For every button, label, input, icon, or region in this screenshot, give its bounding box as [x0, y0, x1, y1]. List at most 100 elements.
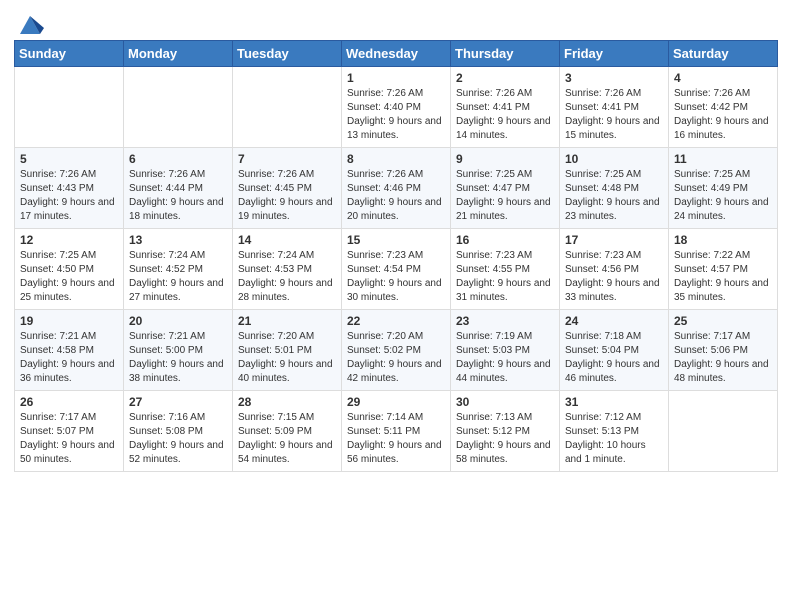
day-info: Sunrise: 7:26 AM Sunset: 4:41 PM Dayligh… [456, 87, 554, 143]
calendar-cell [15, 67, 124, 148]
calendar-cell: 21 Sunrise: 7:20 AM Sunset: 5:01 PM Dayli… [233, 310, 342, 391]
day-info: Sunrise: 7:20 AM Sunset: 5:01 PM Dayligh… [238, 330, 336, 386]
calendar-cell [233, 67, 342, 148]
day-info: Sunrise: 7:26 AM Sunset: 4:44 PM Dayligh… [129, 168, 227, 224]
day-number: 30 [456, 395, 554, 409]
day-number: 21 [238, 314, 336, 328]
day-number: 26 [20, 395, 118, 409]
calendar-cell: 28 Sunrise: 7:15 AM Sunset: 5:09 PM Dayli… [233, 391, 342, 472]
calendar-cell: 7 Sunrise: 7:26 AM Sunset: 4:45 PM Daylig… [233, 148, 342, 229]
calendar-cell: 26 Sunrise: 7:17 AM Sunset: 5:07 PM Dayli… [15, 391, 124, 472]
day-number: 14 [238, 233, 336, 247]
day-info: Sunrise: 7:26 AM Sunset: 4:46 PM Dayligh… [347, 168, 445, 224]
day-number: 6 [129, 152, 227, 166]
day-number: 5 [20, 152, 118, 166]
day-info: Sunrise: 7:24 AM Sunset: 4:52 PM Dayligh… [129, 249, 227, 305]
logo-triangle-icon [16, 10, 44, 38]
day-info: Sunrise: 7:25 AM Sunset: 4:50 PM Dayligh… [20, 249, 118, 305]
calendar-cell: 23Sunrise: 7:19 AM Sunset: 5:03 PM Dayli… [451, 310, 560, 391]
calendar-cell: 30 Sunrise: 7:13 AM Sunset: 5:12 PM Dayli… [451, 391, 560, 472]
day-number: 8 [347, 152, 445, 166]
day-number: 4 [674, 71, 772, 85]
day-number: 9 [456, 152, 554, 166]
logo [14, 10, 44, 34]
calendar-week-row: 26 Sunrise: 7:17 AM Sunset: 5:07 PM Dayli… [15, 391, 778, 472]
day-number: 31 [565, 395, 663, 409]
day-number: 2 [456, 71, 554, 85]
day-info: Sunrise: 7:26 AM Sunset: 4:41 PM Dayligh… [565, 87, 663, 143]
calendar-cell: 4 Sunrise: 7:26 AM Sunset: 4:42 PM Daylig… [669, 67, 778, 148]
day-number: 18 [674, 233, 772, 247]
calendar-cell: 6 Sunrise: 7:26 AM Sunset: 4:44 PM Daylig… [124, 148, 233, 229]
calendar-cell: 8 Sunrise: 7:26 AM Sunset: 4:46 PM Daylig… [342, 148, 451, 229]
day-info: Sunrise: 7:17 AM Sunset: 5:06 PM Dayligh… [674, 330, 772, 386]
day-info: Sunrise: 7:23 AM Sunset: 4:55 PM Dayligh… [456, 249, 554, 305]
day-info: Sunrise: 7:23 AM Sunset: 4:56 PM Dayligh… [565, 249, 663, 305]
calendar-cell: 29Sunrise: 7:14 AM Sunset: 5:11 PM Dayli… [342, 391, 451, 472]
calendar-cell: 3 Sunrise: 7:26 AM Sunset: 4:41 PM Daylig… [560, 67, 669, 148]
day-info: Sunrise: 7:16 AM Sunset: 5:08 PM Dayligh… [129, 411, 227, 467]
day-number: 16 [456, 233, 554, 247]
day-info: Sunrise: 7:13 AM Sunset: 5:12 PM Dayligh… [456, 411, 554, 467]
weekday-header-friday: Friday [560, 41, 669, 67]
calendar-cell: 9Sunrise: 7:25 AM Sunset: 4:47 PM Daylig… [451, 148, 560, 229]
calendar-cell: 2 Sunrise: 7:26 AM Sunset: 4:41 PM Daylig… [451, 67, 560, 148]
day-number: 28 [238, 395, 336, 409]
day-info: Sunrise: 7:12 AM Sunset: 5:13 PM Dayligh… [565, 411, 663, 467]
calendar-cell: 13 Sunrise: 7:24 AM Sunset: 4:52 PM Dayli… [124, 229, 233, 310]
day-number: 24 [565, 314, 663, 328]
day-info: Sunrise: 7:21 AM Sunset: 5:00 PM Dayligh… [129, 330, 227, 386]
calendar-cell: 14 Sunrise: 7:24 AM Sunset: 4:53 PM Dayli… [233, 229, 342, 310]
day-info: Sunrise: 7:23 AM Sunset: 4:54 PM Dayligh… [347, 249, 445, 305]
day-number: 15 [347, 233, 445, 247]
day-info: Sunrise: 7:26 AM Sunset: 4:45 PM Dayligh… [238, 168, 336, 224]
day-info: Sunrise: 7:26 AM Sunset: 4:40 PM Dayligh… [347, 87, 445, 143]
calendar-week-row: 1Sunrise: 7:26 AM Sunset: 4:40 PM Daylig… [15, 67, 778, 148]
weekday-header-row: SundayMondayTuesdayWednesdayThursdayFrid… [15, 41, 778, 67]
weekday-header-thursday: Thursday [451, 41, 560, 67]
day-info: Sunrise: 7:17 AM Sunset: 5:07 PM Dayligh… [20, 411, 118, 467]
day-info: Sunrise: 7:15 AM Sunset: 5:09 PM Dayligh… [238, 411, 336, 467]
calendar-cell: 22Sunrise: 7:20 AM Sunset: 5:02 PM Dayli… [342, 310, 451, 391]
day-info: Sunrise: 7:21 AM Sunset: 4:58 PM Dayligh… [20, 330, 118, 386]
weekday-header-wednesday: Wednesday [342, 41, 451, 67]
calendar-cell: 1Sunrise: 7:26 AM Sunset: 4:40 PM Daylig… [342, 67, 451, 148]
day-info: Sunrise: 7:19 AM Sunset: 5:03 PM Dayligh… [456, 330, 554, 386]
calendar-cell: 31 Sunrise: 7:12 AM Sunset: 5:13 PM Dayli… [560, 391, 669, 472]
calendar-cell: 19 Sunrise: 7:21 AM Sunset: 4:58 PM Dayli… [15, 310, 124, 391]
day-info: Sunrise: 7:25 AM Sunset: 4:49 PM Dayligh… [674, 168, 772, 224]
day-info: Sunrise: 7:26 AM Sunset: 4:43 PM Dayligh… [20, 168, 118, 224]
calendar-cell: 15 Sunrise: 7:23 AM Sunset: 4:54 PM Dayli… [342, 229, 451, 310]
calendar-cell: 18Sunrise: 7:22 AM Sunset: 4:57 PM Dayli… [669, 229, 778, 310]
day-number: 27 [129, 395, 227, 409]
calendar-cell: 5 Sunrise: 7:26 AM Sunset: 4:43 PM Daylig… [15, 148, 124, 229]
day-info: Sunrise: 7:26 AM Sunset: 4:42 PM Dayligh… [674, 87, 772, 143]
day-number: 19 [20, 314, 118, 328]
calendar-cell: 27 Sunrise: 7:16 AM Sunset: 5:08 PM Dayli… [124, 391, 233, 472]
calendar-cell: 16 Sunrise: 7:23 AM Sunset: 4:55 PM Dayli… [451, 229, 560, 310]
calendar-cell [124, 67, 233, 148]
day-number: 7 [238, 152, 336, 166]
calendar-cell: 12 Sunrise: 7:25 AM Sunset: 4:50 PM Dayli… [15, 229, 124, 310]
day-number: 11 [674, 152, 772, 166]
calendar-week-row: 19 Sunrise: 7:21 AM Sunset: 4:58 PM Dayli… [15, 310, 778, 391]
day-info: Sunrise: 7:25 AM Sunset: 4:48 PM Dayligh… [565, 168, 663, 224]
page-container: SundayMondayTuesdayWednesdayThursdayFrid… [0, 0, 792, 480]
weekday-header-tuesday: Tuesday [233, 41, 342, 67]
calendar-week-row: 12 Sunrise: 7:25 AM Sunset: 4:50 PM Dayli… [15, 229, 778, 310]
day-info: Sunrise: 7:20 AM Sunset: 5:02 PM Dayligh… [347, 330, 445, 386]
day-number: 10 [565, 152, 663, 166]
day-number: 13 [129, 233, 227, 247]
calendar-cell [669, 391, 778, 472]
day-number: 20 [129, 314, 227, 328]
day-info: Sunrise: 7:18 AM Sunset: 5:04 PM Dayligh… [565, 330, 663, 386]
day-info: Sunrise: 7:24 AM Sunset: 4:53 PM Dayligh… [238, 249, 336, 305]
header-row [14, 10, 778, 34]
calendar-cell: 25Sunrise: 7:17 AM Sunset: 5:06 PM Dayli… [669, 310, 778, 391]
weekday-header-saturday: Saturday [669, 41, 778, 67]
weekday-header-sunday: Sunday [15, 41, 124, 67]
calendar-cell: 20 Sunrise: 7:21 AM Sunset: 5:00 PM Dayli… [124, 310, 233, 391]
day-number: 3 [565, 71, 663, 85]
calendar-cell: 11 Sunrise: 7:25 AM Sunset: 4:49 PM Dayli… [669, 148, 778, 229]
day-number: 12 [20, 233, 118, 247]
